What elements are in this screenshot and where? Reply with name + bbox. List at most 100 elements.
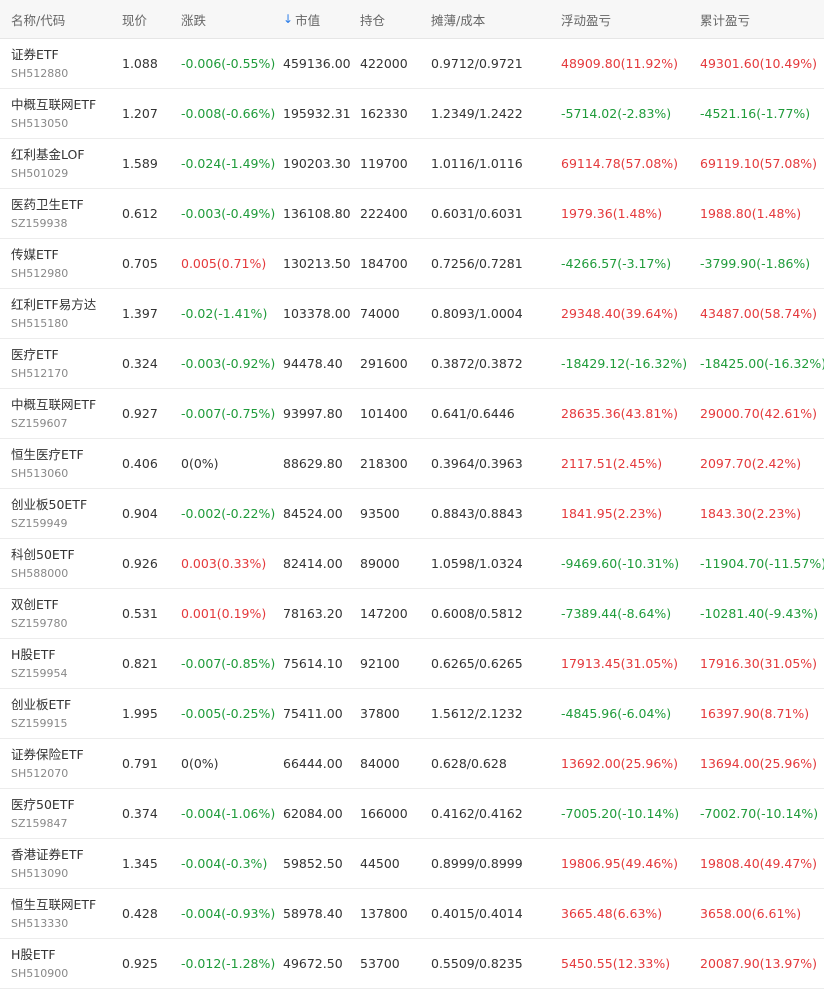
- market-value-cell: 59852.50: [283, 856, 343, 871]
- floating-pnl-cell: -5714.02(-2.83%): [561, 106, 672, 121]
- holding-cell: 147200: [360, 606, 408, 621]
- column-header-market-value[interactable]: ↓ 市值: [283, 0, 358, 38]
- column-header-change[interactable]: 涨跌: [181, 0, 281, 38]
- table-row[interactable]: H股ETF SZ159954 0.821 -0.007(-0.85%) 7561…: [0, 639, 824, 689]
- fund-name: 恒生互联网ETF: [11, 896, 97, 912]
- table-row[interactable]: H股ETF SH510900 0.925 -0.012(-1.28%) 4967…: [0, 939, 824, 989]
- table-row[interactable]: 恒生互联网ETF SH513330 0.428 -0.004(-0.93%) 5…: [0, 889, 824, 939]
- table-row[interactable]: 双创ETF SZ159780 0.531 0.001(0.19%) 78163.…: [0, 589, 824, 639]
- cost-cell: 0.641/0.6446: [431, 406, 515, 421]
- holding-cell: 222400: [360, 206, 408, 221]
- holding-cell: 137800: [360, 906, 408, 921]
- floating-pnl-cell: 5450.55(12.33%): [561, 956, 671, 971]
- fund-code: SH513090: [11, 866, 69, 880]
- price-cell: 1.995: [122, 706, 158, 721]
- change-cell: 0.001(0.19%): [181, 606, 267, 621]
- column-header-price[interactable]: 现价: [122, 0, 177, 38]
- floating-pnl-cell: -7389.44(-8.64%): [561, 606, 672, 621]
- floating-pnl-cell: 69114.78(57.08%): [561, 156, 679, 171]
- cost-cell: 0.3872/0.3872: [431, 356, 523, 371]
- table-row[interactable]: 香港证券ETF SH513090 1.345 -0.004(-0.3%) 598…: [0, 839, 824, 889]
- floating-pnl-cell: 1841.95(2.23%): [561, 506, 663, 521]
- cost-cell: 0.6031/0.6031: [431, 206, 523, 221]
- floating-pnl-cell: 1979.36(1.48%): [561, 206, 663, 221]
- market-value-cell: 130213.50: [283, 256, 351, 271]
- fund-name: 双创ETF: [11, 596, 59, 612]
- table-row[interactable]: 恒生医疗ETF SH513060 0.406 0(0%) 88629.80 21…: [0, 439, 824, 489]
- table-row[interactable]: 中概互联网ETF SH513050 1.207 -0.008(-0.66%) 1…: [0, 89, 824, 139]
- name-cell: H股ETF SH510900: [11, 939, 116, 988]
- market-value-cell: 78163.20: [283, 606, 343, 621]
- floating-pnl-cell: 48909.80(11.92%): [561, 56, 679, 71]
- market-value-cell: 75614.10: [283, 656, 343, 671]
- column-header-floating-pnl[interactable]: 浮动盈亏: [561, 0, 696, 38]
- table-row[interactable]: 医疗ETF SH512170 0.324 -0.003(-0.92%) 9447…: [0, 339, 824, 389]
- market-value-cell: 66444.00: [283, 756, 343, 771]
- market-value-cell: 136108.80: [283, 206, 351, 221]
- fund-name: H股ETF: [11, 646, 56, 662]
- holding-cell: 84000: [360, 756, 400, 771]
- table-row[interactable]: 传媒ETF SH512980 0.705 0.005(0.71%) 130213…: [0, 239, 824, 289]
- change-cell: -0.005(-0.25%): [181, 706, 276, 721]
- column-header-name[interactable]: 名称/代码: [11, 0, 116, 38]
- table-row[interactable]: 红利ETF易方达 SH515180 1.397 -0.02(-1.41%) 10…: [0, 289, 824, 339]
- fund-name: 传媒ETF: [11, 246, 59, 262]
- price-cell: 0.531: [122, 606, 158, 621]
- fund-name: 红利基金LOF: [11, 146, 85, 162]
- table-row[interactable]: 创业板ETF SZ159915 1.995 -0.005(-0.25%) 754…: [0, 689, 824, 739]
- market-value-cell: 75411.00: [283, 706, 343, 721]
- market-value-cell: 459136.00: [283, 56, 351, 71]
- change-cell: -0.007(-0.75%): [181, 406, 276, 421]
- change-cell: 0.003(0.33%): [181, 556, 267, 571]
- change-cell: -0.004(-0.93%): [181, 906, 276, 921]
- table-row[interactable]: 医药卫生ETF SZ159938 0.612 -0.003(-0.49%) 13…: [0, 189, 824, 239]
- name-cell: 科创50ETF SH588000: [11, 539, 116, 588]
- fund-code: SH515180: [11, 316, 69, 330]
- table-row[interactable]: 医疗50ETF SZ159847 0.374 -0.004(-1.06%) 62…: [0, 789, 824, 839]
- column-header-floating-pnl-label: 浮动盈亏: [561, 12, 612, 28]
- cost-cell: 0.8843/0.8843: [431, 506, 523, 521]
- table-row[interactable]: 创业板50ETF SZ159949 0.904 -0.002(-0.22%) 8…: [0, 489, 824, 539]
- fund-name: 医疗50ETF: [11, 796, 75, 812]
- total-pnl-cell: 16397.90(8.71%): [700, 706, 810, 721]
- cost-cell: 1.0116/1.0116: [431, 156, 523, 171]
- change-cell: -0.007(-0.85%): [181, 656, 276, 671]
- table-row[interactable]: 证券ETF SH512880 1.088 -0.006(-0.55%) 4591…: [0, 39, 824, 89]
- name-cell: 恒生医疗ETF SH513060: [11, 439, 116, 488]
- fund-code: SH588000: [11, 566, 69, 580]
- change-cell: -0.006(-0.55%): [181, 56, 276, 71]
- cost-cell: 0.6008/0.5812: [431, 606, 523, 621]
- fund-code: SH512880: [11, 66, 69, 80]
- holding-cell: 53700: [360, 956, 400, 971]
- column-header-total-pnl[interactable]: 累计盈亏: [700, 0, 824, 38]
- floating-pnl-cell: -9469.60(-10.31%): [561, 556, 680, 571]
- name-cell: 医药卫生ETF SZ159938: [11, 189, 116, 238]
- fund-name: 创业板50ETF: [11, 496, 88, 512]
- cost-cell: 0.4015/0.4014: [431, 906, 523, 921]
- table-row[interactable]: 证券保险ETF SH512070 0.791 0(0%) 66444.00 84…: [0, 739, 824, 789]
- column-header-cost[interactable]: 摊薄/成本: [431, 0, 556, 38]
- fund-name: 医药卫生ETF: [11, 196, 84, 212]
- holding-cell: 92100: [360, 656, 400, 671]
- holding-cell: 166000: [360, 806, 408, 821]
- price-cell: 0.927: [122, 406, 158, 421]
- column-header-cost-label: 摊薄/成本: [431, 12, 486, 28]
- fund-name: 红利ETF易方达: [11, 296, 97, 312]
- total-pnl-cell: 2097.70(2.42%): [700, 456, 802, 471]
- price-cell: 1.397: [122, 306, 158, 321]
- price-cell: 0.705: [122, 256, 158, 271]
- column-header-holding[interactable]: 持仓: [360, 0, 428, 38]
- table-row[interactable]: 红利基金LOF SH501029 1.589 -0.024(-1.49%) 19…: [0, 139, 824, 189]
- change-cell: 0(0%): [181, 456, 219, 471]
- cost-cell: 0.5509/0.8235: [431, 956, 523, 971]
- fund-code: SH513050: [11, 116, 69, 130]
- table-row[interactable]: 中概互联网ETF SZ159607 0.927 -0.007(-0.75%) 9…: [0, 389, 824, 439]
- floating-pnl-cell: -4845.96(-6.04%): [561, 706, 672, 721]
- table-row[interactable]: 科创50ETF SH588000 0.926 0.003(0.33%) 8241…: [0, 539, 824, 589]
- market-value-cell: 49672.50: [283, 956, 343, 971]
- price-cell: 0.428: [122, 906, 158, 921]
- fund-name: 证券ETF: [11, 46, 59, 62]
- holding-cell: 422000: [360, 56, 408, 71]
- name-cell: 中概互联网ETF SZ159607: [11, 389, 116, 438]
- cost-cell: 0.9712/0.9721: [431, 56, 523, 71]
